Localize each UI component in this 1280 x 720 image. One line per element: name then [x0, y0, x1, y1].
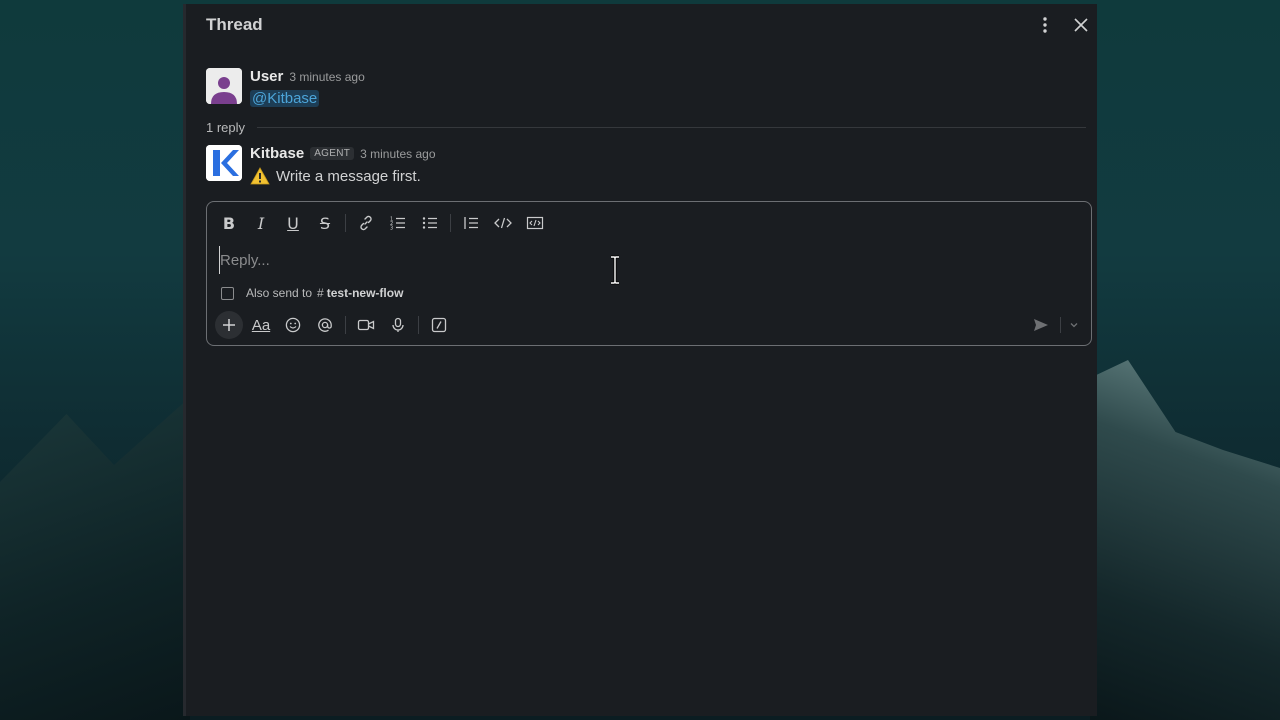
parent-message: User 3 minutes ago @Kitbase — [206, 68, 1086, 108]
attach-button[interactable] — [215, 311, 243, 339]
agent-badge: AGENT — [310, 147, 355, 160]
mention-button[interactable] — [311, 312, 339, 338]
reply-count: 1 reply — [206, 119, 246, 135]
emoji-icon — [285, 317, 301, 333]
also-send-checkbox[interactable] — [221, 286, 234, 300]
svg-text:3: 3 — [390, 226, 393, 232]
reply-count-divider: 1 reply — [206, 118, 1086, 136]
send-options-button[interactable] — [1067, 321, 1081, 329]
toolbar-separator — [450, 214, 451, 232]
code-block-button[interactable] — [521, 210, 549, 236]
send-icon — [1034, 319, 1048, 331]
message-timestamp[interactable]: 3 minutes ago — [289, 70, 364, 84]
channel-name: test-new-flow — [326, 286, 404, 300]
formatting-icon: Aa — [251, 316, 271, 334]
message-timestamp[interactable]: 3 minutes ago — [360, 147, 435, 161]
toolbar-separator — [345, 214, 346, 232]
kitbase-avatar[interactable] — [206, 145, 242, 181]
video-clip-button[interactable] — [352, 312, 380, 338]
also-send-label: Also send to — [246, 286, 313, 300]
message-author[interactable]: User — [250, 68, 283, 85]
user-avatar[interactable] — [206, 68, 242, 104]
reply-input[interactable] — [219, 246, 1079, 274]
more-vertical-icon — [1043, 17, 1047, 33]
video-icon — [357, 319, 375, 331]
background-mountain-right — [1090, 360, 1280, 720]
ordered-list-button[interactable]: 1 2 3 — [384, 210, 412, 236]
strikethrough-icon: S — [319, 213, 331, 233]
send-area — [1028, 314, 1081, 336]
warning-icon — [250, 167, 270, 185]
close-icon — [1074, 18, 1088, 32]
slash-command-icon — [431, 317, 447, 333]
kitbase-logo-icon — [206, 145, 242, 181]
bold-button[interactable]: B — [215, 210, 243, 236]
mention-link[interactable]: @Kitbase — [250, 90, 320, 107]
audio-clip-button[interactable] — [384, 312, 412, 338]
microphone-icon — [392, 317, 404, 332]
toolbar-separator — [418, 316, 419, 334]
message-author[interactable]: Kitbase — [250, 145, 304, 162]
reply-composer: B I U S 1 2 3 Reply... Also send to # te… — [206, 201, 1092, 346]
mention-icon — [318, 318, 332, 332]
ordered-list-icon: 1 2 3 — [390, 217, 405, 232]
italic-icon: I — [257, 213, 265, 233]
slash-command-button[interactable] — [425, 312, 453, 338]
code-block-icon — [526, 216, 544, 230]
toolbar-separator — [345, 316, 346, 334]
formatting-toolbar: B I U S 1 2 3 — [215, 210, 553, 236]
send-separator — [1060, 317, 1061, 333]
bold-icon: B — [222, 213, 236, 233]
blockquote-icon — [464, 217, 478, 229]
divider-line — [257, 126, 1086, 128]
person-icon — [206, 68, 242, 104]
thread-title: Thread — [206, 15, 263, 34]
thread-header: Thread — [186, 4, 1097, 48]
message-text: Write a message first. — [250, 167, 436, 185]
strikethrough-button[interactable]: S — [311, 210, 339, 236]
composer-action-bar: Aa — [215, 311, 457, 339]
send-button[interactable] — [1028, 314, 1054, 336]
more-options-button[interactable] — [1032, 12, 1058, 38]
underline-icon: U — [287, 213, 299, 233]
close-thread-button[interactable] — [1068, 12, 1094, 38]
code-button[interactable] — [489, 210, 517, 236]
code-icon — [494, 217, 512, 229]
link-button[interactable] — [352, 210, 380, 236]
plus-icon — [223, 319, 235, 331]
emoji-button[interactable] — [279, 312, 307, 338]
underline-button[interactable]: U — [279, 210, 307, 236]
bulleted-list-button[interactable] — [416, 210, 444, 236]
bulleted-list-icon — [422, 217, 437, 229]
thread-panel: Thread User 3 minutes ago @Kitbase 1 rep… — [183, 4, 1097, 716]
link-icon — [360, 215, 372, 231]
channel-hash-icon: # — [317, 286, 324, 300]
reply-message: Kitbase AGENT 3 minutes ago Write a messag… — [206, 145, 1086, 185]
blockquote-button[interactable] — [457, 210, 485, 236]
also-send-option: Also send to # test-new-flow — [221, 286, 403, 300]
formatting-toggle-button[interactable]: Aa — [247, 312, 275, 338]
italic-button[interactable]: I — [247, 210, 275, 236]
chevron-down-icon — [1070, 323, 1078, 328]
message-content: Write a message first. — [276, 167, 421, 185]
background-mountain-left — [0, 397, 190, 720]
